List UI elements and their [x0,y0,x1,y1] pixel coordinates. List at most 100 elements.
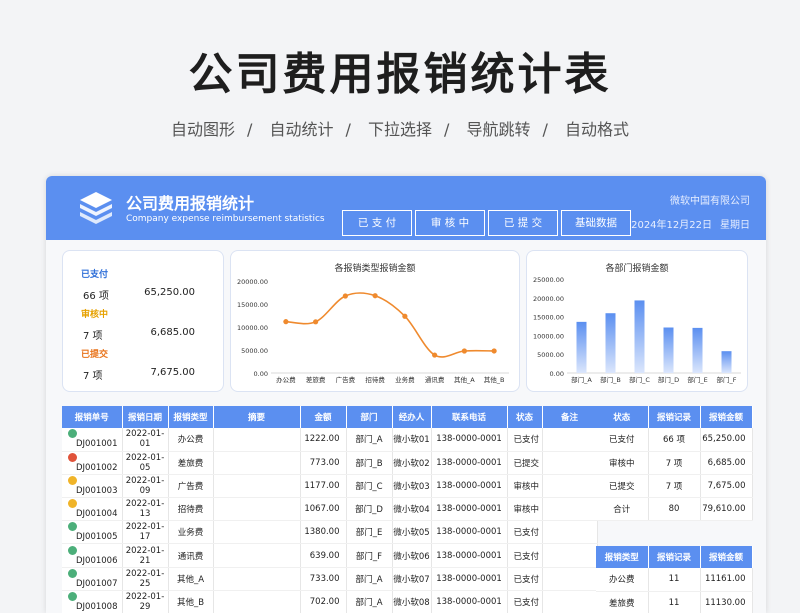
handler-cell: 微小软03 [392,474,432,499]
amount-cell: 702.00 [300,590,347,613]
summary-cell [213,428,301,452]
stack-logo-icon [80,192,112,224]
expense-table-body: DJ001001 2022-01-01 办公费 1222.00 部门_A 微小软01 138… [62,428,598,613]
col-header: 报销金额 [700,406,753,428]
col-header: 备注 [542,406,598,428]
y-tick-label: 10000.00 [533,332,564,340]
y-tick-label: 0.00 [254,370,268,378]
x-tick-label: 差旅费 [306,375,326,384]
table-row[interactable]: DJ001003 2022-01-09 广告费 1177.00 部门_C 微小软03 138… [62,474,598,499]
type-summary-table: 报销类型 报销记录 报销金额 办公费 11 11161.00 差旅费 11 11130.0… [596,546,753,613]
amount-cell: 733.00 [300,567,347,591]
table-row: 已提交 7 项 7,675.00 [596,474,753,499]
nav-paid-button[interactable]: 已 支 付 [342,210,412,236]
note-cell [542,451,598,475]
summary-cell [213,543,301,568]
handler-cell: 微小软01 [392,428,432,452]
table-row[interactable]: DJ001008 2022-01-29 其他_B 702.00 部门_A 微小软08 138… [62,590,598,613]
summary-label-submitted: 已提交 [81,350,109,360]
y-tick-label: 10000.00 [237,324,268,332]
bar [576,321,587,373]
handler-cell: 微小软04 [392,497,432,522]
date-cell: 2022-01-01 [122,428,169,452]
table-row[interactable]: DJ001001 2022-01-01 办公费 1222.00 部门_A 微小软01 138… [62,428,598,452]
y-tick-label: 20000.00 [237,278,268,286]
status-cell: 已支付 [507,567,543,591]
status-dot-icon [68,545,77,555]
type-cell: 办公费 [168,428,214,452]
dept-cell: 部门_F [346,543,393,568]
type-cell: 其他_B [168,590,214,613]
x-tick-label: 部门_D [658,375,679,384]
type-cell: 招待费 [168,497,214,522]
status-table-body: 已支付 66 项 65,250.00 审核中 7 项 6,685.00 已提交 7 项 7,67… [596,428,753,522]
y-tick-label: 15000.00 [533,314,564,322]
table-row: 审核中 7 项 6,685.00 [596,451,753,475]
feature-separator: / [345,120,351,139]
data-point [491,348,497,354]
x-tick-label: 业务费 [395,375,415,384]
date-text: 2024年12月22日 [631,220,712,231]
phone-cell: 138-0000-0001 [431,520,508,545]
id-cell: DJ001001 [62,428,123,452]
summary-count-paid: 66 项 [83,291,109,302]
dept-amount-chart-panel: 各部门报销金额 0.00 5000.00 10000.00 15000.00 20000… [526,250,748,392]
date-cell: 2022-01-17 [122,520,169,545]
date-cell: 2022-01-21 [122,543,169,568]
type-table-header: 报销类型 报销记录 报销金额 [596,546,753,568]
id-text: DJ001004 [76,509,118,520]
dept-cell: 部门_E [346,520,393,545]
amount-cell: 11161.00 [700,568,753,592]
status-cell: 已支付 [507,543,543,568]
x-tick-label: 招待费 [365,375,385,384]
col-header: 报销日期 [122,406,169,428]
status-dot-icon [68,499,77,509]
data-point [372,293,378,299]
amount-cell: 1380.00 [300,520,347,545]
feature-item: 自动图形 [170,120,235,139]
nav-basic-data-button[interactable]: 基础数据 [561,210,631,236]
dashboard-subtitle: Company expense reimbursement statistics [126,214,325,224]
dept-cell: 部门_A [346,428,393,452]
dept-cell: 部门_A [346,567,393,591]
nav-reviewing-button[interactable]: 审 核 中 [415,210,485,236]
status-dot-icon [68,591,77,601]
feature-item: 自动格式 [564,120,629,139]
dept-cell: 部门_D [346,497,393,522]
id-text: DJ001006 [76,555,118,566]
summary-amount-submitted: 7,675.00 [150,367,195,378]
y-tick-label: 5000.00 [241,347,268,355]
phone-cell: 138-0000-0001 [431,590,508,613]
col-header: 状态 [596,406,649,428]
table-row: 合计 80 79,610.00 [596,497,753,522]
table-row[interactable]: DJ001002 2022-01-05 差旅费 773.00 部门_B 微小软02 138-… [62,451,598,475]
col-header: 状态 [507,406,543,428]
table-row[interactable]: DJ001004 2022-01-13 招待费 1067.00 部门_D 微小软04 138… [62,497,598,522]
note-cell [542,428,598,452]
note-cell [542,474,598,499]
summary-label-reviewing: 审核中 [81,310,109,320]
type-cell: 差旅费 [168,451,214,475]
count-cell: 11 [648,568,701,592]
date-display: 2024年12月22日 星期日 [623,216,750,231]
data-point [313,319,319,325]
type-table-body: 办公费 11 11161.00 差旅费 11 11130.00 [596,568,753,613]
x-tick-label: 部门_B [600,375,621,384]
weekday-text: 星期日 [720,220,750,231]
table-row[interactable]: DJ001005 2022-01-17 业务费 1380.00 部门_E 微小软05 138… [62,520,598,545]
summary-cell [213,520,301,545]
handler-cell: 微小软05 [392,520,432,545]
type-cell: 业务费 [168,520,214,545]
x-tick-label: 部门_A [571,375,592,384]
status-dot-icon [68,452,77,462]
status-cell: 已提交 [596,474,649,499]
count-cell: 80 [648,497,701,522]
table-row[interactable]: DJ001007 2022-01-25 其他_A 733.00 部门_A 微小软07 138… [62,567,598,591]
amount-cell: 1067.00 [300,497,347,522]
feature-list: 自动图形 / 自动统计 / 下拉选择 / 导航跳转 / 自动格式 [0,116,800,140]
nav-submitted-button[interactable]: 已 提 交 [488,210,558,236]
col-header: 报销金额 [700,546,753,568]
table-row[interactable]: DJ001006 2022-01-21 通讯费 639.00 部门_F 微小软06 138-… [62,543,598,568]
col-header: 联系电话 [431,406,508,428]
summary-cell [213,567,301,591]
